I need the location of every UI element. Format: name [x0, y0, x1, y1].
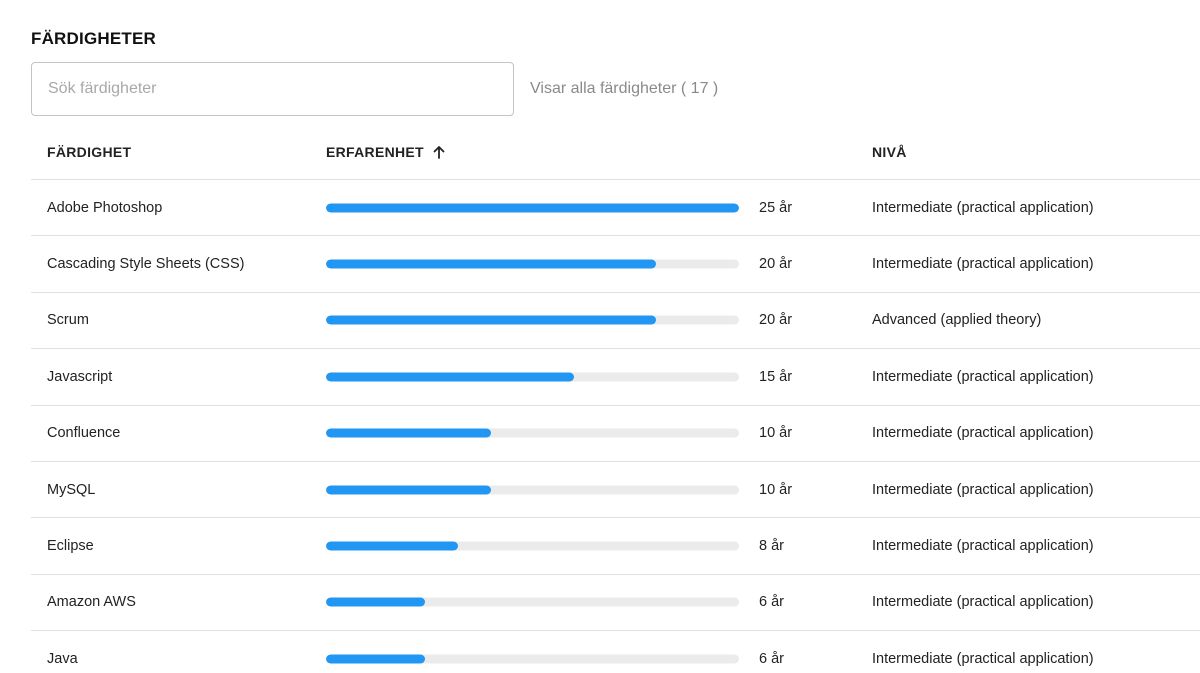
skill-level: Intermediate (practical application) [872, 425, 1094, 442]
search-input[interactable] [32, 63, 513, 115]
experience-bar [326, 597, 739, 607]
experience-bar-fill [326, 259, 657, 269]
experience-bar-fill [326, 203, 739, 213]
skill-name: Cascading Style Sheets (CSS) [47, 256, 245, 273]
experience-years: 20 år [759, 312, 793, 329]
skill-level: Intermediate (practical application) [872, 256, 1094, 273]
skill-name: Amazon AWS [47, 594, 136, 611]
skill-name: Java [47, 650, 78, 667]
experience-bar [326, 485, 739, 495]
table-header: FÄRDIGHET ERFARENHET NIVÅ [31, 124, 1200, 180]
results-count-text: Visar alla färdigheter ( 17 ) [530, 80, 719, 97]
skill-name: Adobe Photoshop [47, 199, 163, 216]
skill-level: Intermediate (practical application) [872, 650, 1094, 667]
experience-bar [326, 428, 739, 438]
table-row: Javascript 15 år Intermediate (practical a… [31, 349, 1200, 406]
experience-bar [326, 203, 739, 213]
experience-bar [326, 654, 739, 664]
skill-level: Intermediate (practical application) [872, 594, 1094, 611]
column-header-level[interactable]: NIVÅ [872, 144, 907, 160]
table-row: Cascading Style Sheets (CSS) 20 år Interme… [31, 236, 1200, 293]
experience-years: 10 år [759, 425, 793, 442]
table-row: Adobe Photoshop 25 år Intermediate (practi… [31, 180, 1200, 237]
column-header-experience[interactable]: ERFARENHET [326, 144, 446, 160]
experience-years: 6 år [759, 594, 784, 611]
experience-bar-fill [326, 372, 574, 382]
table-row: MySQL 10 år Intermediate (practical applic… [31, 462, 1200, 519]
skill-name: Eclipse [47, 538, 94, 555]
column-header-skill[interactable]: FÄRDIGHET [47, 144, 131, 160]
experience-years: 10 år [759, 481, 793, 498]
experience-years: 6 år [759, 650, 784, 667]
skill-name: MySQL [47, 481, 96, 498]
search-field[interactable] [31, 62, 514, 116]
table-row: Scrum 20 år Advanced (applied theory) [31, 293, 1200, 350]
table-row: Java 6 år Intermediate (practical applicat… [31, 631, 1200, 673]
experience-bar-fill [326, 541, 459, 551]
experience-bar-fill [326, 315, 657, 325]
table-row: Eclipse 8 år Intermediate (practical appli… [31, 518, 1200, 575]
experience-bar-fill [326, 428, 492, 438]
experience-bar [326, 541, 739, 551]
skill-level: Intermediate (practical application) [872, 538, 1094, 555]
experience-years: 15 år [759, 368, 793, 385]
skill-name: Confluence [47, 425, 121, 442]
skill-level: Intermediate (practical application) [872, 481, 1094, 498]
experience-bar [326, 259, 739, 269]
skill-level: Intermediate (practical application) [872, 368, 1094, 385]
experience-years: 8 år [759, 538, 784, 555]
experience-years: 20 år [759, 256, 793, 273]
table-body: Adobe Photoshop 25 år Intermediate (practi… [31, 180, 1200, 673]
experience-bar [326, 372, 739, 382]
arrow-up-icon[interactable] [432, 145, 446, 159]
section-title: FÄRDIGHETER [31, 29, 156, 48]
skills-table: FÄRDIGHET ERFARENHET NIVÅ Adobe Photosho… [31, 124, 1200, 673]
skills-page: FÄRDIGHETER Visar alla färdigheter ( 17 … [0, 0, 1200, 673]
skill-level: Intermediate (practical application) [872, 199, 1094, 216]
skill-name: Javascript [47, 368, 113, 385]
table-row: Confluence 10 år Intermediate (practical a… [31, 406, 1200, 462]
experience-bar-fill [326, 597, 426, 607]
results-count: Visar alla färdigheter ( 17 ) [530, 80, 718, 98]
experience-years: 25 år [759, 199, 793, 216]
experience-bar-fill [326, 485, 492, 495]
experience-bar-fill [326, 654, 426, 664]
skill-name: Scrum [47, 312, 89, 329]
column-header-experience-label: ERFARENHET [326, 144, 424, 160]
skill-level: Advanced (applied theory) [872, 312, 1042, 329]
table-row: Amazon AWS 6 år Intermediate (practical ap… [31, 575, 1200, 632]
experience-bar [326, 315, 739, 325]
